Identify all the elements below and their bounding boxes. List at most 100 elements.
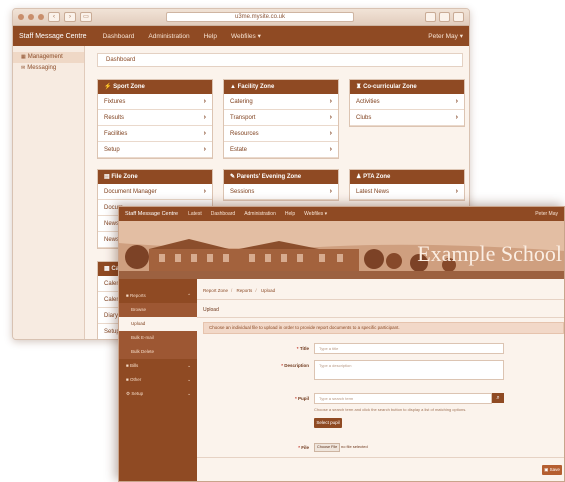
trophy-icon: ♜ [356, 84, 362, 90]
panel-link-sessions[interactable]: Sessions › [224, 184, 338, 200]
divider [197, 317, 564, 318]
panel-co-curricular-zone: ♜ Co-curricular Zone Activities › Clubs › [349, 79, 465, 127]
chevron-right-icon: › [329, 130, 332, 137]
sidebar-item-bulk-email[interactable]: Bulk E-mail [119, 331, 197, 345]
chevron-right-icon: › [203, 188, 206, 195]
panel-link-catering[interactable]: Catering › [224, 94, 338, 110]
sidebar-item-management[interactable]: ▦ Management [13, 52, 84, 63]
front-app-window: Staff Message Centre Latest Dashboard Ad… [118, 206, 565, 482]
sidebar: ■ Reports ⌃ Browse Upload Bulk E-mail Bu… [119, 279, 197, 481]
panel-link-clubs[interactable]: Clubs › [350, 110, 464, 126]
nav-dashboard[interactable]: Dashboard [103, 33, 135, 40]
save-button[interactable]: ▣ Save [542, 465, 562, 475]
panel-link-document-manager[interactable]: Document Manager › [98, 184, 212, 200]
sidebar-item-upload[interactable]: Upload [119, 317, 197, 331]
bolt-icon: ⚡ [104, 84, 112, 90]
title-input[interactable]: Type a title [314, 343, 504, 354]
panel-link-estate[interactable]: Estate › [224, 142, 338, 158]
nav-dashboard[interactable]: Dashboard [211, 211, 235, 217]
chevron-right-icon: › [203, 98, 206, 105]
chevron-right-icon: › [329, 146, 332, 153]
close-window-dot[interactable] [18, 14, 24, 20]
chevron-right-icon: › [203, 146, 206, 153]
back-arrow-icon[interactable]: ‹ [48, 12, 60, 22]
divider [197, 299, 564, 300]
panel-pta-zone: ♟ PTA Zone Latest News › [349, 169, 465, 201]
title-label: * Title [296, 346, 309, 351]
page-title: Upload [203, 307, 219, 313]
panel-link-latest-news[interactable]: Latest News › [350, 184, 464, 200]
sidebar-item-messaging[interactable]: ✉ Messaging [13, 63, 84, 74]
forward-arrow-icon[interactable]: › [64, 12, 76, 22]
sidebar-toggle-icon[interactable]: ▭ [80, 12, 92, 22]
other-icon: ■ [126, 377, 129, 382]
building-icon: ▲ [230, 84, 236, 90]
browser-chrome: ‹ › ▭ u3me.mysite.co.uk [13, 9, 469, 26]
panel-link-facilities[interactable]: Facilities › [98, 126, 212, 142]
search-button[interactable]: ⌕ [492, 393, 504, 403]
app-brand[interactable]: Staff Message Centre [125, 211, 178, 217]
app-navbar: Staff Message Centre Dashboard Administr… [13, 26, 469, 46]
envelope-icon: ✉ [21, 65, 26, 71]
description-textarea[interactable]: Type a description [314, 360, 504, 380]
panel-facility-zone: ▲ Facility Zone Catering › Transport › Res… [223, 79, 339, 159]
breadcrumb-report-zone[interactable]: Report Zone [203, 288, 228, 293]
select-pupil-button[interactable]: Select pupil [314, 418, 342, 428]
banner-title: Example School [417, 241, 562, 266]
minimize-window-dot[interactable] [28, 14, 34, 20]
tabs-icon[interactable] [439, 12, 450, 22]
panel-link-resources[interactable]: Resources › [224, 126, 338, 142]
new-tab-icon[interactable] [453, 12, 464, 22]
breadcrumb-reports[interactable]: Reports [237, 288, 253, 293]
breadcrumb: Dashboard [97, 53, 463, 67]
sidebar-item-reports[interactable]: ■ Reports ⌃ [119, 289, 197, 303]
sidebar-item-bulk-delete[interactable]: Bulk Delete [119, 345, 197, 359]
panel-link-setup[interactable]: Setup › [98, 142, 212, 158]
nav-administration[interactable]: Administration [244, 211, 276, 217]
pupil-label: * Pupil [294, 396, 309, 401]
panel-link-activities[interactable]: Activities › [350, 94, 464, 110]
app-brand[interactable]: Staff Message Centre [19, 33, 87, 40]
school-banner: Example School [119, 221, 564, 279]
chat-icon: ✎ [230, 174, 236, 180]
file-label: * File [298, 445, 309, 450]
chevron-down-icon: ⌄ [187, 363, 191, 368]
nav-help[interactable]: Help [204, 33, 217, 40]
maximize-window-dot[interactable] [38, 14, 44, 20]
panel-sport-zone: ⚡ Sport Zone Fixtures › Results › Faciliti… [97, 79, 213, 159]
save-icon: ▣ [544, 467, 549, 472]
sidebar-item-other[interactable]: ■ Other ⌄ [119, 373, 197, 387]
nav-latest[interactable]: Latest [188, 211, 202, 217]
address-bar[interactable]: u3me.mysite.co.uk [166, 12, 354, 22]
sidebar-item-setup[interactable]: ⚙ Setup ⌄ [119, 387, 197, 401]
gear-icon: ⚙ [126, 391, 131, 396]
nav-help[interactable]: Help [285, 211, 295, 217]
nav-webfiles[interactable]: Webfiles ▾ [231, 32, 261, 40]
sidebar: ▦ Management ✉ Messaging [13, 46, 85, 339]
breadcrumb-upload: Upload [260, 288, 276, 293]
nav-administration[interactable]: Administration [148, 33, 189, 40]
nav-webfiles[interactable]: Webfiles ▾ [304, 211, 327, 217]
grid-icon: ▦ [21, 54, 26, 60]
sidebar-item-browse[interactable]: Browse [119, 303, 197, 317]
panel-link-transport[interactable]: Transport › [224, 110, 338, 126]
share-icon[interactable] [425, 12, 436, 22]
info-banner: Choose an individual file to upload in o… [203, 322, 564, 334]
panel-link-fixtures[interactable]: Fixtures › [98, 94, 212, 110]
people-icon: ♟ [356, 174, 362, 180]
chevron-right-icon: › [203, 114, 206, 121]
chevron-up-icon: ⌃ [187, 293, 191, 298]
panel-link-results[interactable]: Results › [98, 110, 212, 126]
pupil-search-input[interactable]: Type a search term [314, 393, 492, 404]
user-menu[interactable]: Peter May [535, 211, 558, 217]
user-menu[interactable]: Peter May ▾ [428, 32, 463, 40]
chevron-right-icon: › [455, 114, 458, 121]
chevron-right-icon: › [329, 98, 332, 105]
main-content: Report Zone / Reports / Upload Upload Choo… [197, 279, 564, 481]
chevron-right-icon: › [455, 188, 458, 195]
chevron-right-icon: › [329, 188, 332, 195]
choose-file-button[interactable]: Choose File [314, 443, 341, 452]
search-icon: ⌕ [496, 395, 500, 401]
sidebar-item-bills[interactable]: ■ Bills ⌄ [119, 359, 197, 373]
chevron-down-icon: ⌄ [187, 391, 191, 396]
